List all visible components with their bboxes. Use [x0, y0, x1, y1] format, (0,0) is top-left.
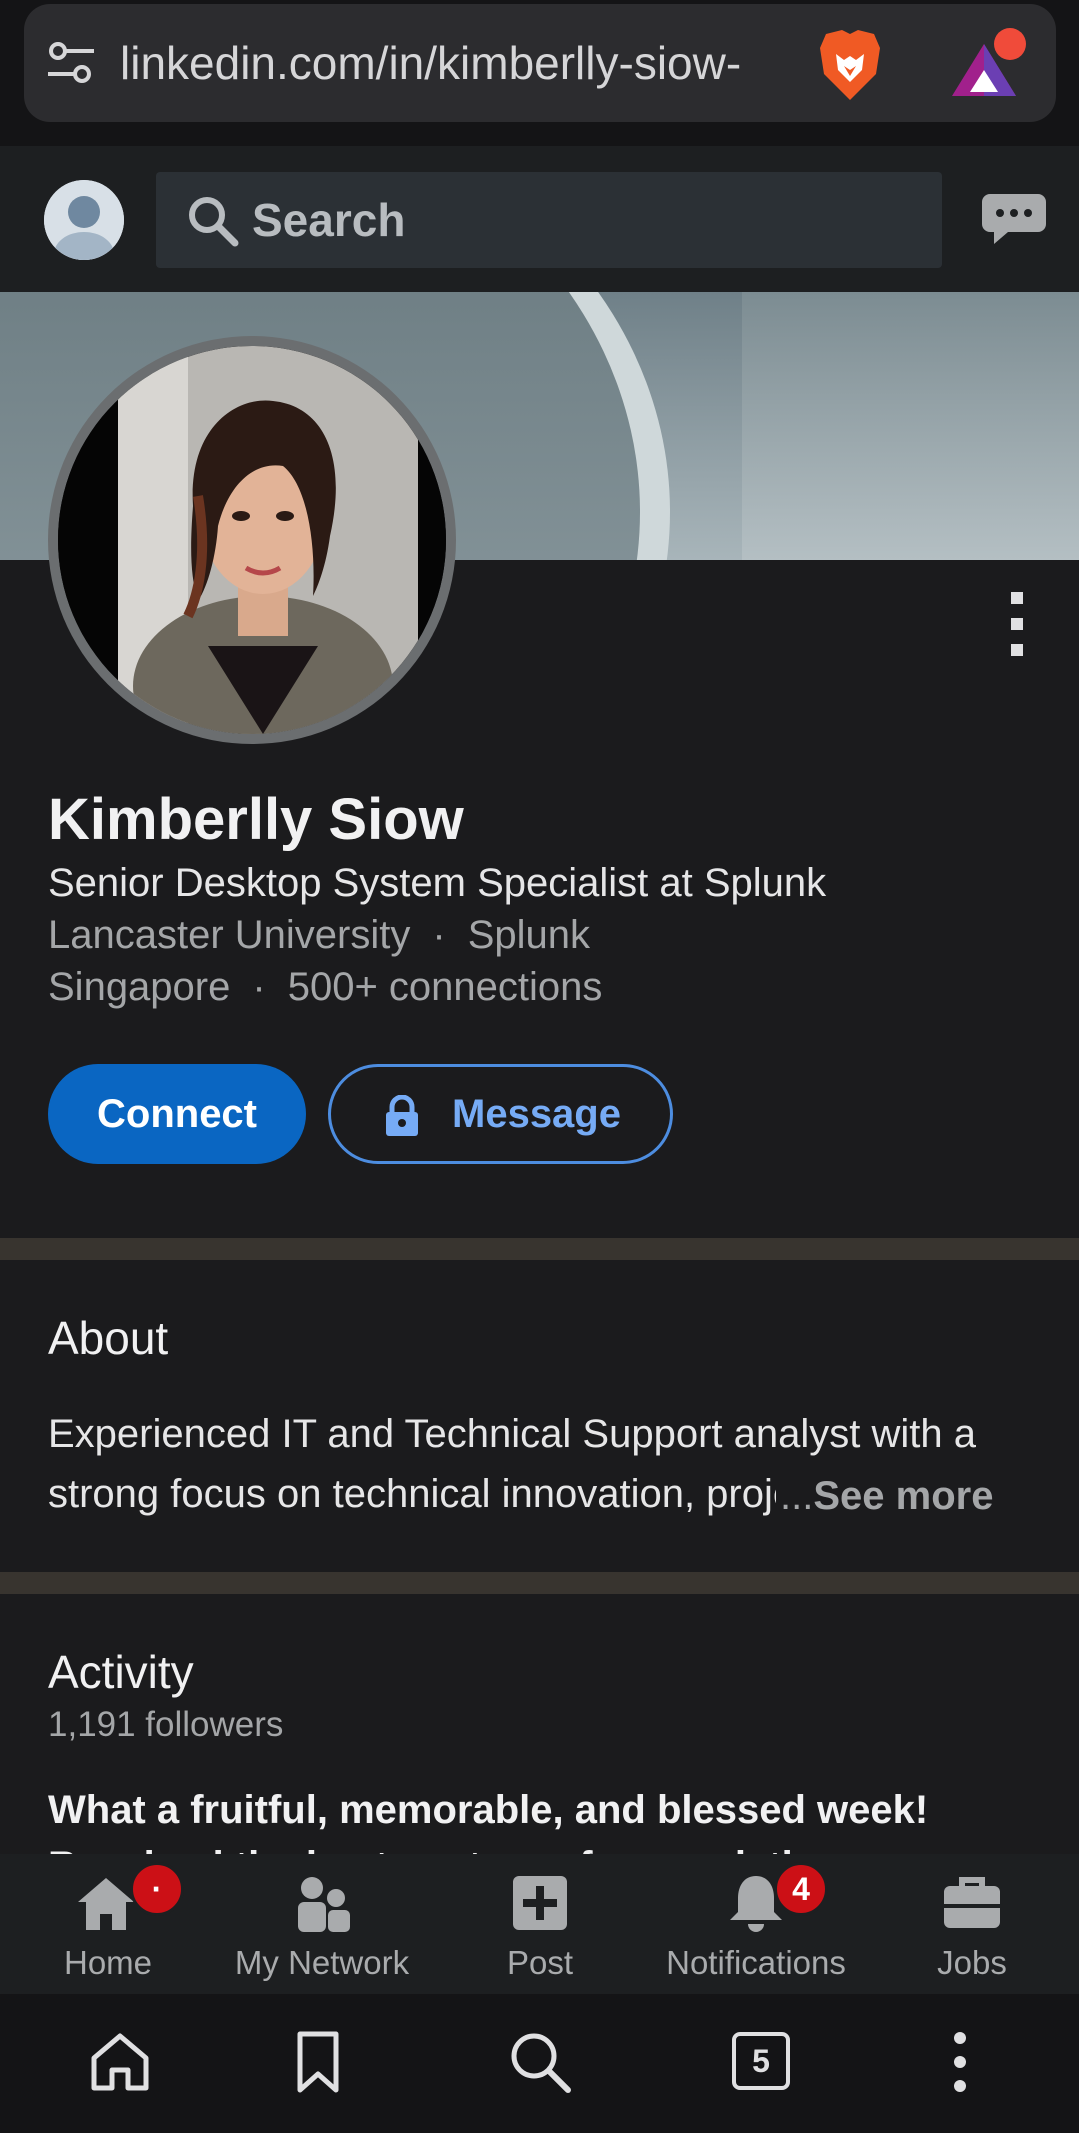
- nav-jobs[interactable]: Jobs: [922, 1854, 1022, 1994]
- ellipsis: ...: [780, 1474, 814, 1518]
- more-options-icon[interactable]: [1000, 592, 1034, 656]
- activity-post-next-line: Received the best gesture of appreciatio…: [48, 1838, 1048, 1854]
- briefcase-icon: [944, 1877, 1000, 1928]
- browser-bottom-toolbar: 5: [0, 1994, 1079, 2133]
- nav-post[interactable]: Post: [490, 1854, 590, 1994]
- message-button[interactable]: Message: [328, 1064, 673, 1164]
- home-icon: [78, 1878, 134, 1930]
- browser-top-bar: linkedin.com/in/kimberlly-siow-: [0, 0, 1079, 146]
- brave-shields-icon[interactable]: [814, 26, 886, 104]
- nav-notifications-label: Notifications: [666, 1944, 846, 1981]
- separator-dot: ·: [432, 913, 446, 957]
- search-input[interactable]: Search: [156, 172, 942, 268]
- section-divider: [0, 1572, 1079, 1594]
- profile-headline: Senior Desktop System Specialist at Splu…: [48, 861, 827, 905]
- nav-home-label: Home: [63, 1944, 153, 1981]
- bookmark-icon[interactable]: [286, 2030, 350, 2094]
- connections-count[interactable]: 500+ connections: [288, 965, 603, 1009]
- profile-location: Singapore: [48, 965, 231, 1009]
- message-button-label: Message: [452, 1092, 621, 1136]
- browser-menu-icon[interactable]: [928, 2030, 992, 2094]
- profile-photo[interactable]: [48, 336, 456, 744]
- about-line-1: Experienced IT and Technical Support ana…: [48, 1412, 976, 1456]
- nav-post-label: Post: [506, 1944, 574, 1981]
- my-avatar[interactable]: [44, 180, 124, 260]
- profile-location-connections: Singapore · 500+ connections: [48, 962, 602, 1012]
- connect-button[interactable]: Connect: [48, 1064, 306, 1164]
- browser-home-icon[interactable]: [88, 2030, 152, 2094]
- browser-search-icon[interactable]: [508, 2030, 572, 2094]
- url-bar[interactable]: linkedin.com/in/kimberlly-siow-: [24, 4, 1056, 122]
- section-divider: [0, 1238, 1079, 1260]
- education-link[interactable]: Lancaster University: [48, 913, 410, 957]
- search-placeholder: Search: [252, 194, 406, 246]
- notifications-badge: 4: [774, 1862, 828, 1916]
- messaging-icon[interactable]: [980, 190, 1048, 248]
- profile-portrait-image: [58, 346, 446, 734]
- separator-dot: ·: [252, 965, 266, 1009]
- linkedin-bottom-nav: · Home My Network Post 4 Notifications J…: [0, 1854, 1079, 1994]
- nav-my-network-label: My Network: [234, 1944, 410, 1981]
- see-more-link[interactable]: ...See more: [776, 1468, 994, 1524]
- activity-title: Activity: [48, 1646, 194, 1698]
- people-icon: [298, 1877, 350, 1932]
- see-more-label: See more: [813, 1474, 994, 1518]
- nav-home[interactable]: · Home: [48, 1854, 184, 1994]
- profile-name: Kimberlly Siow: [48, 787, 464, 852]
- add-post-icon: [513, 1876, 567, 1930]
- site-settings-icon[interactable]: [46, 40, 96, 86]
- lock-icon: [386, 1095, 418, 1136]
- nav-my-network[interactable]: My Network: [222, 1854, 422, 1994]
- brave-rewards-icon[interactable]: [944, 26, 1028, 104]
- company-link[interactable]: Splunk: [468, 913, 590, 957]
- search-icon: [189, 197, 239, 247]
- followers-count: 1,191 followers: [48, 1705, 284, 1744]
- default-avatar-icon: [44, 180, 124, 260]
- linkedin-header: Search: [0, 146, 1079, 292]
- about-title: About: [48, 1312, 169, 1364]
- home-badge: ·: [130, 1862, 184, 1916]
- nav-jobs-label: Jobs: [937, 1944, 1007, 1981]
- nav-notifications[interactable]: 4 Notifications: [656, 1854, 856, 1994]
- tabs-count-button[interactable]: 5: [732, 2032, 790, 2090]
- activity-post-title[interactable]: What a fruitful, memorable, and blessed …: [48, 1782, 928, 1838]
- profile-education-company: Lancaster University · Splunk: [48, 910, 590, 960]
- url-text[interactable]: linkedin.com/in/kimberlly-siow-: [120, 34, 810, 92]
